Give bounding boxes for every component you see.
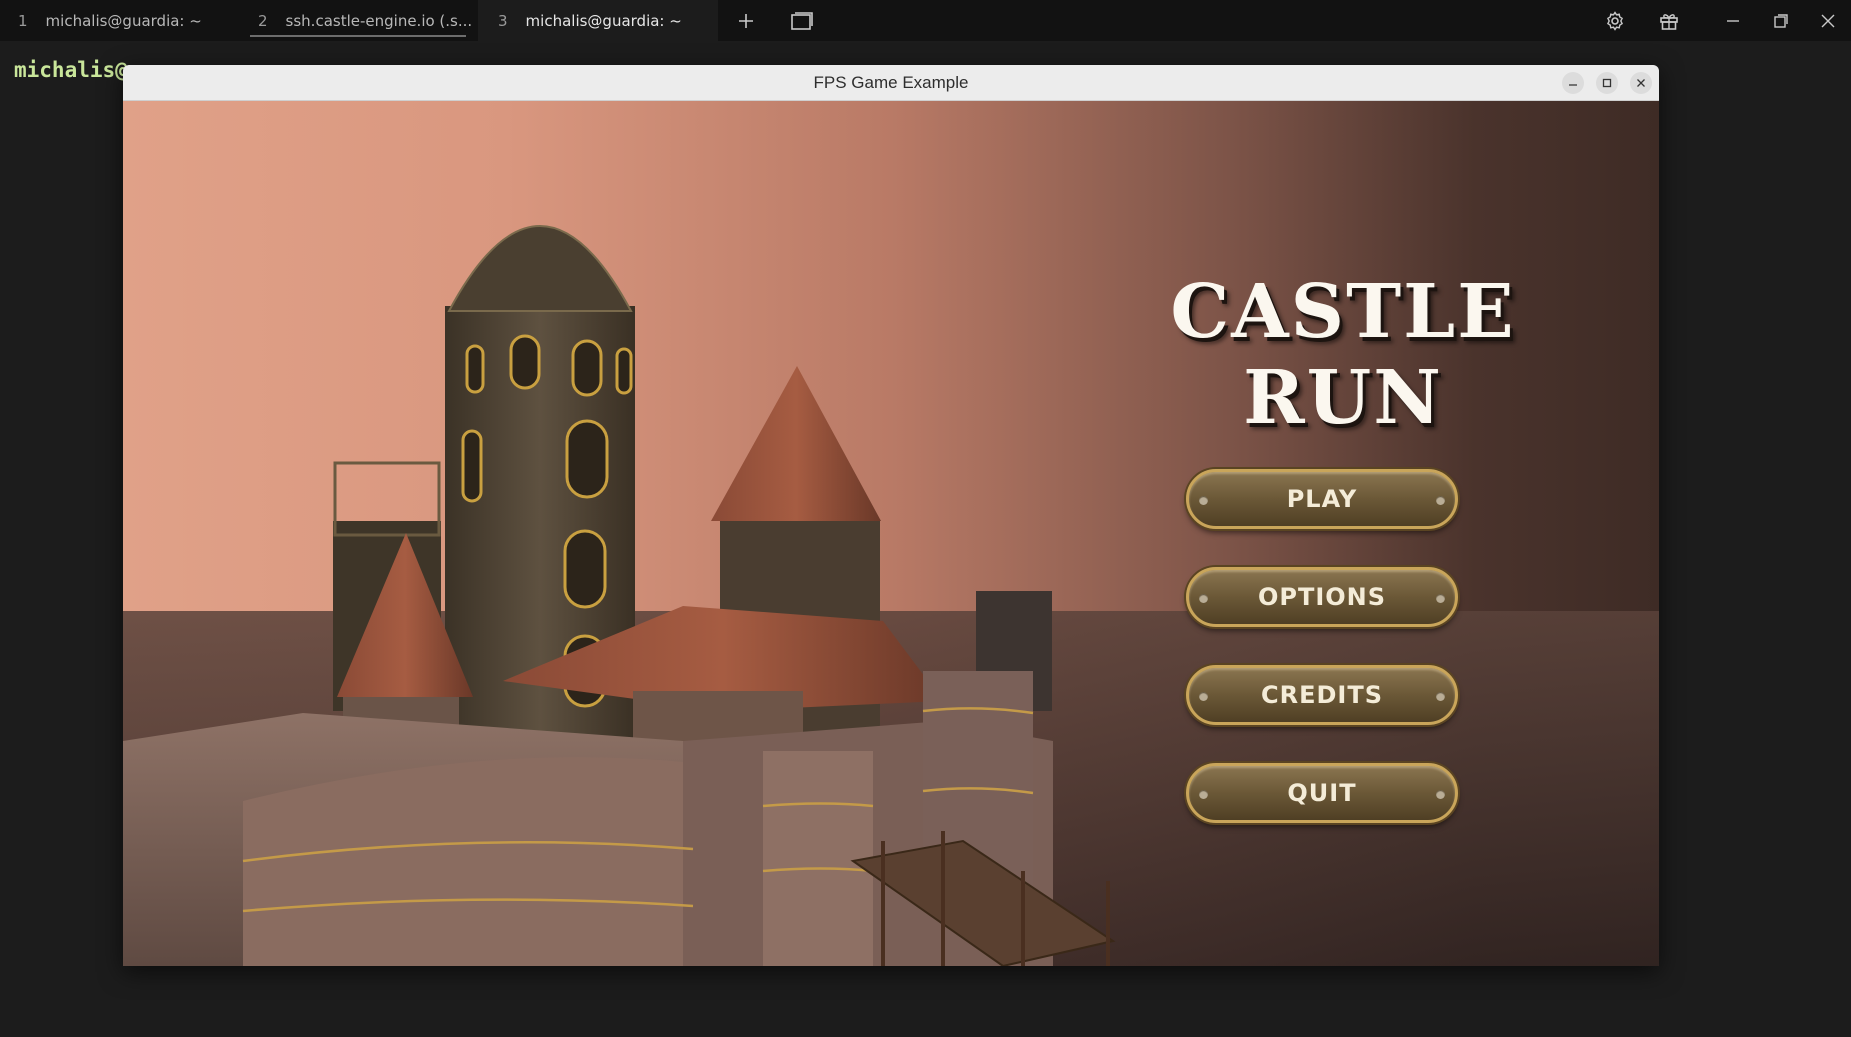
gear-icon[interactable] [1595, 0, 1635, 41]
button-rivet-right [1436, 496, 1445, 505]
gift-icon[interactable] [1649, 0, 1689, 41]
button-rivet-right [1436, 790, 1445, 799]
window-titlebar[interactable]: FPS Game Example [123, 65, 1659, 101]
button-rivet-left [1199, 790, 1208, 799]
play-button-label: PLAY [1286, 485, 1358, 513]
quit-button-label: QUIT [1287, 779, 1357, 807]
restore-icon[interactable] [1761, 0, 1801, 41]
castle-scene-image [123, 225, 1659, 966]
window-title: FPS Game Example [813, 73, 969, 92]
tab-number: 2 [258, 11, 268, 30]
terminal-tab-1[interactable]: 1 michalis@guardia: ~ [0, 0, 240, 41]
terminal-prompt: michalis@ [14, 58, 128, 82]
button-rivet-right [1436, 594, 1445, 603]
tab-activity-indicator [250, 35, 466, 37]
button-rivet-left [1199, 692, 1208, 701]
button-rivet-left [1199, 594, 1208, 603]
quit-button[interactable]: QUIT [1186, 763, 1458, 823]
tab-overview-icon[interactable] [782, 0, 822, 41]
window-minimize-button[interactable] [1562, 72, 1584, 94]
maximize-icon [1602, 78, 1612, 88]
terminal-tab-bar: 1 michalis@guardia: ~ 2 ssh.castle-engin… [0, 0, 1851, 41]
credits-button[interactable]: CREDITS [1186, 665, 1458, 725]
minimize-icon[interactable] [1713, 0, 1753, 41]
game-title-logo: CASTLE RUN [1170, 269, 1516, 441]
options-button-label: OPTIONS [1257, 583, 1387, 611]
close-icon[interactable] [1808, 0, 1848, 41]
tab-label: michalis@guardia: ~ [45, 11, 202, 30]
credits-button-label: CREDITS [1261, 681, 1383, 709]
button-rivet-right [1436, 692, 1445, 701]
play-button[interactable]: PLAY [1186, 469, 1458, 529]
tab-label: michalis@guardia: ~ [525, 11, 682, 30]
button-rivet-left [1199, 496, 1208, 505]
terminal-tab-3[interactable]: 3 michalis@guardia: ~ [478, 0, 718, 41]
add-tab-icon[interactable] [726, 0, 766, 41]
minimize-icon [1569, 84, 1577, 86]
close-icon [1637, 79, 1645, 87]
game-viewport[interactable]: CASTLE RUN PLAY OPTIONS CREDITS QUIT [123, 101, 1659, 966]
window-maximize-button[interactable] [1596, 72, 1618, 94]
tab-number: 1 [18, 11, 28, 30]
game-window: FPS Game Example CASTLE RUN PLAY OPTIONS… [123, 65, 1659, 966]
tab-number: 3 [498, 11, 508, 30]
window-close-button[interactable] [1630, 72, 1652, 94]
tab-label: ssh.castle-engine.io (.s... [285, 11, 473, 30]
options-button[interactable]: OPTIONS [1186, 567, 1458, 627]
terminal-tab-2[interactable]: 2 ssh.castle-engine.io (.s... [240, 0, 478, 41]
